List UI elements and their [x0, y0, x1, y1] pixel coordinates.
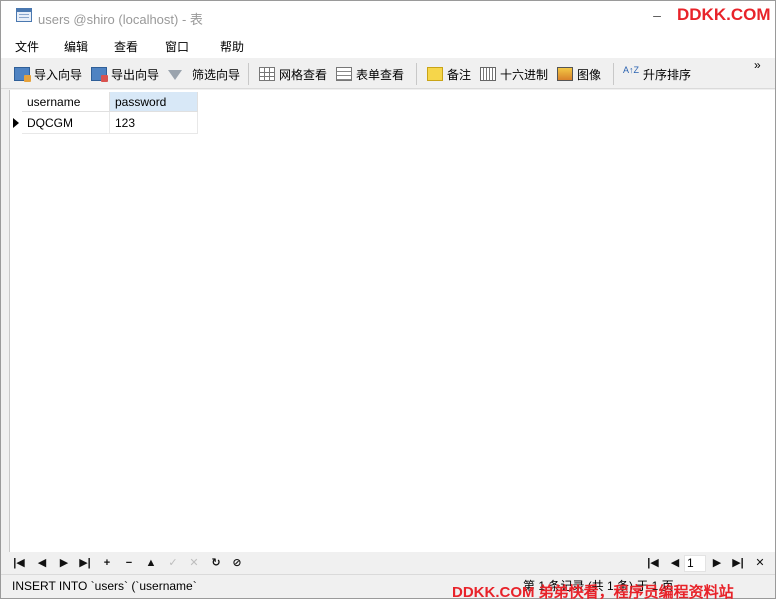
move-up-icon[interactable]: ▲: [143, 555, 159, 571]
status-sql-text: INSERT INTO `users` (`username`: [12, 579, 197, 593]
discard-changes-icon[interactable]: ✕: [186, 555, 202, 571]
memo-button[interactable]: 备注: [427, 65, 471, 83]
tools-icon[interactable]: ✕: [752, 555, 768, 571]
export-wizard-button[interactable]: 导出向导: [91, 65, 159, 83]
page-next-icon[interactable]: ▶: [709, 555, 725, 571]
form-view-button[interactable]: 表单查看: [336, 65, 404, 83]
filter-wizard-label: 筛选向导: [192, 67, 241, 82]
status-bar: INSERT INTO `users` (`username` 第 1 条记录 …: [1, 574, 775, 599]
table-window-icon: [16, 8, 32, 22]
watermark-top: DDKK.COM: [677, 5, 771, 24]
previous-record-icon[interactable]: ◀: [34, 555, 50, 571]
form-view-icon: [336, 67, 352, 81]
page-previous-icon[interactable]: ◀: [667, 555, 683, 571]
stop-icon[interactable]: ⊘: [229, 555, 245, 571]
record-navigation-bar: |◀ ◀ ▶ ▶| + − ▲ ✓ ✕ ↻ ⊘ |◀ ◀ 1 ▶ ▶| ✕: [1, 552, 775, 574]
menu-view[interactable]: 查看: [114, 38, 138, 55]
page-last-icon[interactable]: ▶|: [730, 555, 746, 571]
toolbar-separator: [248, 63, 249, 85]
window-title: users @shiro (localhost) - 表: [38, 12, 203, 27]
column-header-password[interactable]: password: [110, 92, 198, 112]
table-window: users @shiro (localhost) - 表 – DDKK.COM …: [0, 0, 776, 599]
next-record-icon[interactable]: ▶: [56, 555, 72, 571]
menu-file[interactable]: 文件: [15, 38, 39, 55]
data-grid[interactable]: username password DQCGM 123: [9, 90, 775, 552]
grid-view-button[interactable]: 网格查看: [259, 65, 327, 83]
page-number-input[interactable]: 1: [684, 555, 706, 572]
grid-view-icon: [259, 67, 275, 81]
hex-icon: [480, 67, 496, 81]
menu-window[interactable]: 窗口: [165, 38, 189, 55]
hex-button[interactable]: 十六进制: [480, 65, 548, 83]
column-header-username[interactable]: username: [22, 92, 110, 112]
sort-ascending-icon: A↑Z: [623, 65, 640, 75]
toolbar-separator: [613, 63, 614, 85]
minimize-button[interactable]: –: [650, 8, 664, 22]
hex-label: 十六进制: [500, 67, 549, 82]
grid-view-label: 网格查看: [279, 67, 328, 82]
filter-wizard-button[interactable]: 筛选向导: [168, 65, 240, 83]
image-button[interactable]: 图像: [557, 65, 601, 83]
filter-icon: [168, 70, 182, 80]
page-first-icon[interactable]: |◀: [645, 555, 661, 571]
add-record-icon[interactable]: +: [99, 555, 115, 571]
title-bar: users @shiro (localhost) - 表 – DDKK.COM: [1, 1, 775, 32]
export-icon: [91, 67, 108, 82]
watermark-bottom: DDKK.COM 弟弟快看，程序员编程资料站: [452, 584, 734, 599]
delete-record-icon[interactable]: −: [121, 555, 137, 571]
first-record-icon[interactable]: |◀: [11, 555, 27, 571]
memo-icon: [427, 67, 443, 81]
table-cell-password[interactable]: 123: [110, 112, 198, 134]
sort-ascending-label: 升序排序: [643, 67, 692, 82]
import-wizard-button[interactable]: 导入向导: [14, 65, 82, 83]
current-row-arrow-icon: [13, 118, 19, 128]
apply-changes-icon[interactable]: ✓: [165, 555, 181, 571]
image-label: 图像: [577, 67, 602, 82]
last-record-icon[interactable]: ▶|: [77, 555, 93, 571]
menu-bar: 文件 编辑 查看 窗口 帮助: [1, 32, 775, 58]
import-wizard-label: 导入向导: [34, 67, 83, 82]
memo-label: 备注: [447, 67, 472, 82]
menu-edit[interactable]: 编辑: [64, 38, 88, 55]
image-icon: [557, 67, 573, 81]
refresh-icon[interactable]: ↻: [208, 555, 224, 571]
toolbar-separator: [416, 63, 417, 85]
sort-ascending-button[interactable]: A↑Z 升序排序: [623, 65, 691, 83]
table-cell-username[interactable]: DQCGM: [22, 112, 110, 134]
menu-help[interactable]: 帮助: [220, 38, 244, 55]
form-view-label: 表单查看: [356, 67, 405, 82]
export-wizard-label: 导出向导: [111, 67, 160, 82]
toolbar-overflow-button[interactable]: »: [754, 59, 761, 71]
toolbar: 导入向导 导出向导 筛选向导 网格查看 表单查看 备注 十六进制 图像 A↑Z …: [1, 59, 775, 89]
import-icon: [14, 67, 31, 82]
